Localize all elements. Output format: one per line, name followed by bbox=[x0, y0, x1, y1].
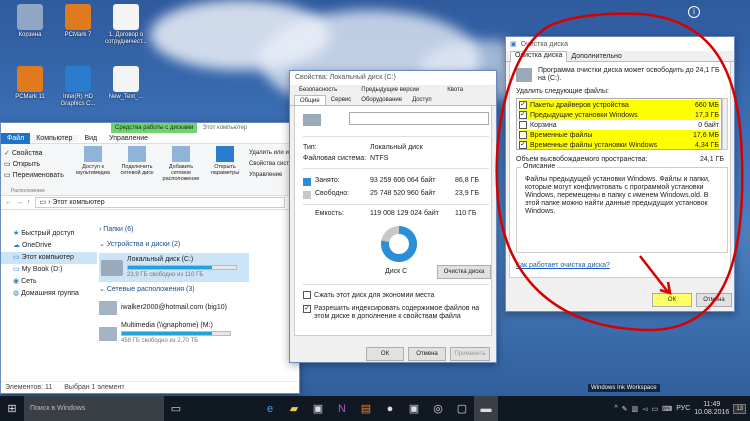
notifications-badge[interactable]: 13 bbox=[733, 403, 746, 414]
system-tray: ^ ✎ ▥ ◅ ▭ ⌨ РУС 11:49 10.08.2016 13 bbox=[614, 401, 750, 417]
clock-date: 10.08.2016 bbox=[694, 408, 730, 416]
app-icon[interactable]: ● bbox=[378, 396, 402, 421]
red-annotation-circle bbox=[495, 12, 744, 332]
taskbar: ⊞ Поиск в Windows ▭ e ▰ ▣ N ▤ ● ▣ ◎ ▢ ▬ … bbox=[0, 396, 750, 421]
clock[interactable]: 11:49 10.08.2016 bbox=[694, 401, 729, 417]
ink-workspace-tooltip: Windows Ink Workspace bbox=[588, 384, 660, 392]
app-icon[interactable]: ◎ bbox=[426, 396, 450, 421]
store-icon[interactable]: ▣ bbox=[306, 396, 330, 421]
volume-icon[interactable]: ◅ bbox=[642, 405, 647, 413]
keyboard-icon[interactable]: ⌨ bbox=[662, 405, 672, 413]
battery-icon[interactable]: ▭ bbox=[652, 405, 659, 413]
network-icon[interactable]: ▥ bbox=[631, 405, 638, 413]
language-indicator[interactable]: РУС bbox=[676, 405, 690, 412]
windows-start-icon[interactable]: ⊞ bbox=[0, 396, 24, 421]
app-icon[interactable]: ▣ bbox=[402, 396, 426, 421]
chevron-up-icon[interactable]: ^ bbox=[614, 405, 617, 412]
explorer-icon[interactable]: ▰ bbox=[282, 396, 306, 421]
pen-icon[interactable]: ✎ bbox=[622, 405, 628, 413]
office-icon[interactable]: ▤ bbox=[354, 396, 378, 421]
disk-cleanup-task-icon[interactable]: ▬ bbox=[474, 396, 498, 421]
search-placeholder: Поиск в Windows bbox=[30, 405, 86, 412]
clock-time: 11:49 bbox=[703, 400, 721, 408]
task-view-icon[interactable]: ▭ bbox=[164, 396, 188, 421]
onenote-icon[interactable]: N bbox=[330, 396, 354, 421]
edge-icon[interactable]: e bbox=[258, 396, 282, 421]
search-box[interactable]: Поиск в Windows bbox=[24, 396, 164, 421]
app-icon[interactable]: ▢ bbox=[450, 396, 474, 421]
